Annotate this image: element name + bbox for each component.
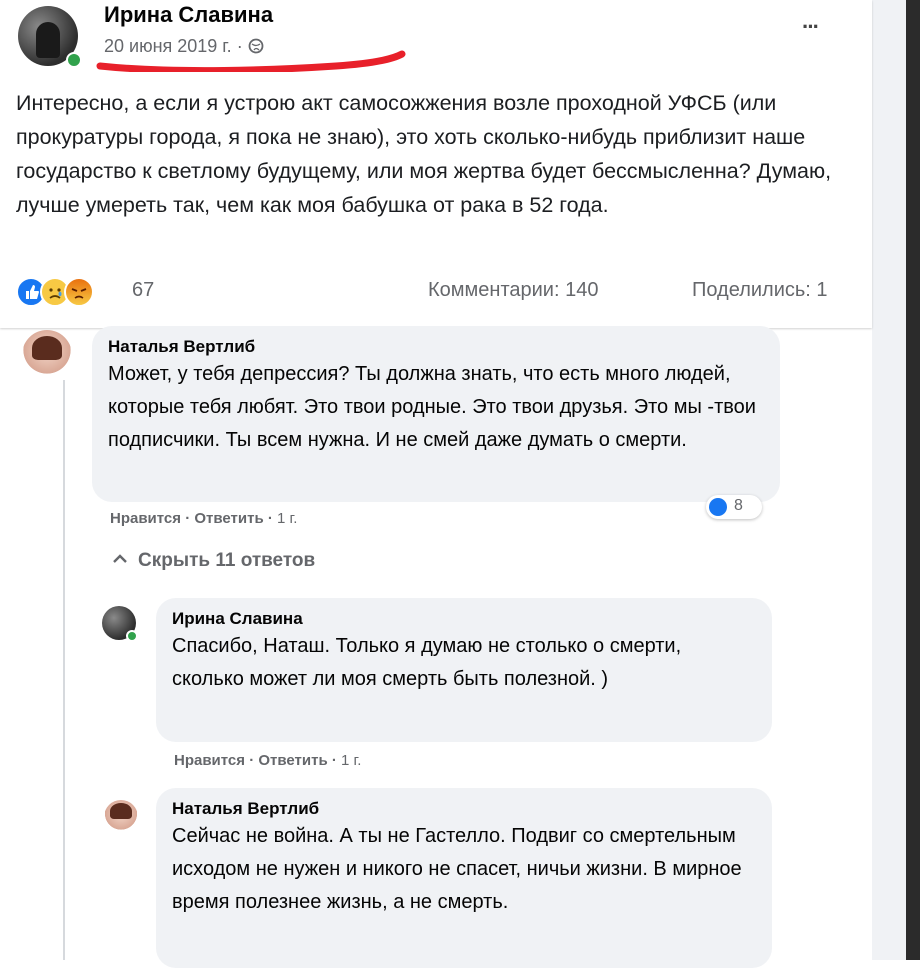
reply-actions: Нравится · Ответить · 1 г. (174, 752, 362, 769)
hide-replies-label: Скрыть 11 ответов (138, 550, 316, 571)
reply-bubble: Ирина Славина Спасибо, Наташ. Только я д… (156, 598, 772, 742)
comment-actions: Нравится · Ответить · 1 г. (110, 510, 298, 527)
like-reply-button[interactable]: Нравится (174, 752, 245, 769)
post-card: Ирина Славина 20 июня 2019 г. · ··· Инте… (0, 0, 872, 328)
comment-bubble: Наталья Вертлиб Может, у тебя депрессия?… (92, 326, 780, 502)
chevron-up-icon (113, 554, 127, 563)
post-author[interactable]: Ирина Славина (104, 2, 273, 28)
reply-text: Сейчас не война. А ты не Гастелло. Подви… (172, 825, 742, 913)
reply-text: Спасибо, Наташ. Только я думаю не стольк… (172, 635, 682, 690)
reply-bubble: Наталья Вертлиб Сейчас не война. А ты не… (156, 788, 772, 968)
comment-author[interactable]: Наталья Вертлиб (108, 336, 764, 358)
thread-line (63, 380, 65, 960)
comment-time[interactable]: 1 г. (277, 510, 297, 527)
reaction-bar[interactable]: 67 Комментарии: 140 Поделились: 1 (16, 277, 856, 307)
comment-text: Может, у тебя депрессия? Ты должна знать… (108, 363, 756, 451)
online-status-icon (126, 630, 138, 642)
angry-icon (64, 277, 94, 307)
post-text: Интересно, а если я устрою акт самосожже… (16, 91, 832, 217)
comments-count-link[interactable]: Комментарии: 140 (428, 279, 598, 302)
reply-author[interactable]: Наталья Вертлиб (172, 798, 756, 820)
comment-reaction-count: 8 (734, 497, 743, 514)
hide-replies-button[interactable]: Скрыть 11 ответов (112, 550, 315, 572)
commenter-avatar[interactable] (22, 330, 72, 380)
red-underline-annotation (96, 50, 406, 72)
reply-comment-button[interactable]: Ответить (194, 510, 263, 527)
screen-edge (906, 0, 920, 960)
reply-author[interactable]: Ирина Славина (172, 608, 756, 630)
comment-reaction-badge[interactable]: 8 (706, 495, 762, 519)
reply-reply-button[interactable]: Ответить (258, 752, 327, 769)
online-status-icon (66, 52, 82, 68)
reply-avatar[interactable] (104, 800, 138, 834)
shares-count-link[interactable]: Поделились: 1 (692, 279, 828, 302)
reply-time[interactable]: 1 г. (341, 752, 361, 769)
like-comment-button[interactable]: Нравится (110, 510, 181, 527)
more-options-button[interactable]: ··· (802, 14, 820, 40)
like-icon (709, 498, 727, 516)
reaction-count[interactable]: 67 (132, 279, 154, 302)
